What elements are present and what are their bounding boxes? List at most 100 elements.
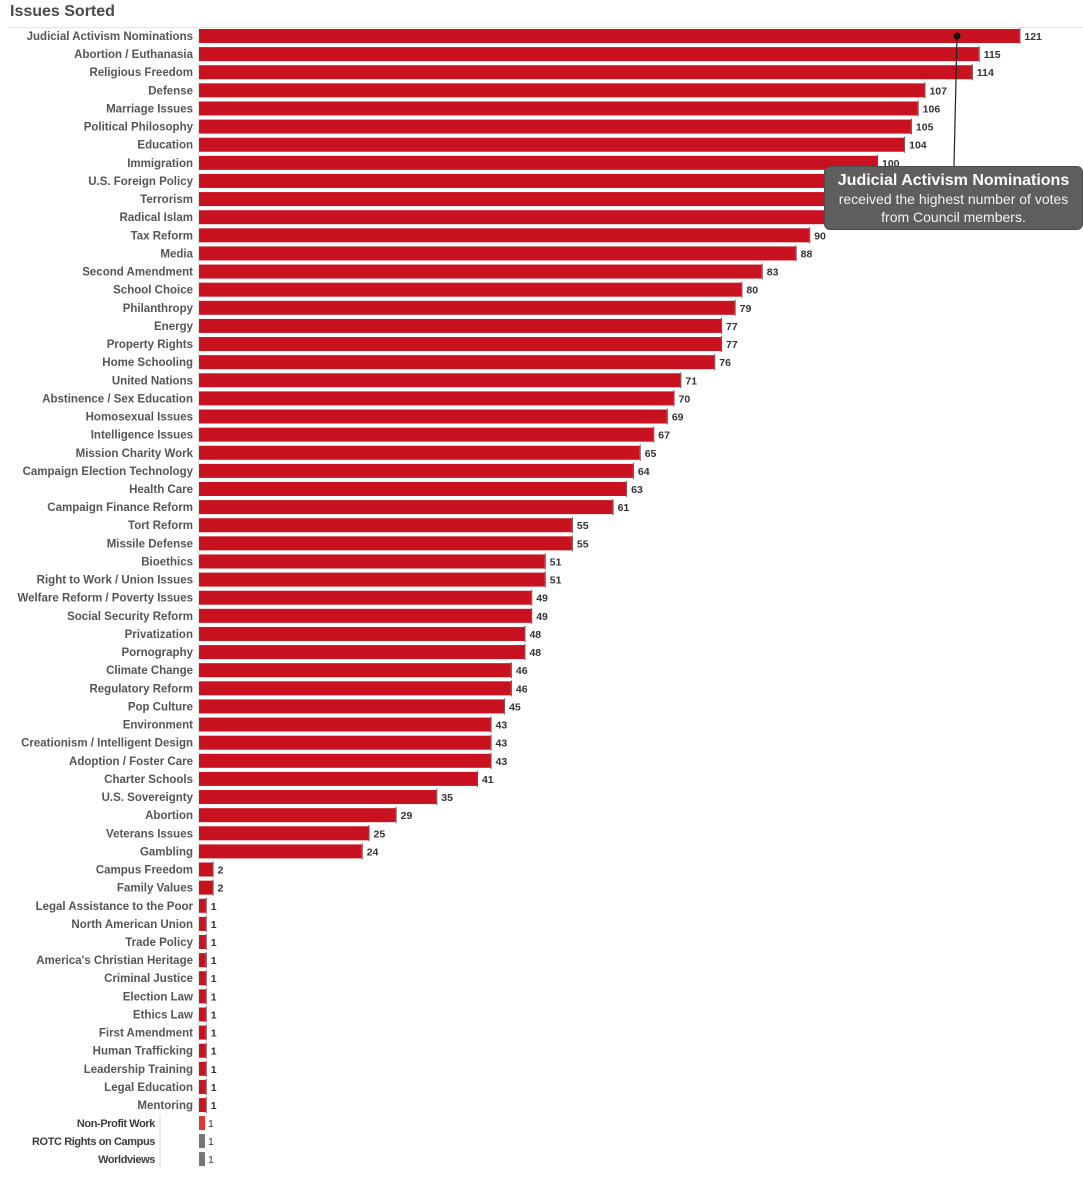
bar[interactable]: [199, 989, 206, 1004]
bar[interactable]: [199, 862, 213, 877]
bar[interactable]: [199, 1134, 205, 1149]
bar[interactable]: [199, 608, 532, 623]
bar[interactable]: [199, 1043, 206, 1058]
category-label: Abortion: [145, 810, 193, 822]
bar[interactable]: [199, 1061, 206, 1076]
data-label: 76: [719, 357, 731, 369]
bar[interactable]: [199, 210, 844, 225]
bar[interactable]: [199, 735, 491, 750]
bar[interactable]: [199, 300, 735, 315]
bar[interactable]: [199, 65, 972, 80]
bar-row: America's Christian Heritage 1: [36, 952, 217, 969]
bar-row: Radical Islam: [119, 209, 845, 226]
bar[interactable]: [199, 391, 674, 406]
bar[interactable]: [199, 590, 532, 605]
bar[interactable]: [199, 844, 362, 859]
bar[interactable]: [199, 83, 925, 98]
category-label: Media: [160, 248, 193, 260]
bar[interactable]: [199, 699, 505, 714]
bar-row: Legal Education 1: [104, 1078, 217, 1095]
bar[interactable]: [199, 808, 396, 823]
bar-row: Regulatory Reform 46: [89, 680, 528, 697]
bar[interactable]: [199, 47, 979, 62]
bar-row: Pop Culture 45: [128, 698, 521, 715]
bar[interactable]: [199, 246, 796, 261]
category-label: Social Security Reform: [67, 611, 193, 623]
bar[interactable]: [199, 29, 1020, 43]
bar[interactable]: [199, 282, 742, 297]
bar[interactable]: [199, 119, 911, 134]
data-label: 61: [618, 502, 630, 514]
bar[interactable]: [199, 536, 572, 551]
bar[interactable]: [199, 826, 369, 841]
bar[interactable]: [199, 1116, 205, 1131]
bar[interactable]: [199, 572, 545, 587]
annotation-marker: [953, 32, 961, 40]
bar[interactable]: [199, 445, 640, 460]
data-label: 88: [801, 248, 813, 260]
bar[interactable]: [199, 1152, 205, 1167]
bar[interactable]: [199, 500, 613, 515]
data-label: 48: [529, 647, 541, 659]
bar[interactable]: [199, 971, 206, 986]
category-label: Radical Islam: [119, 212, 193, 224]
category-label: Health Care: [129, 484, 193, 496]
data-label: 1: [211, 1064, 217, 1076]
category-label: Mission Charity Work: [76, 448, 194, 460]
data-label: 1: [211, 1046, 217, 1058]
bar[interactable]: [199, 935, 206, 949]
data-label: 1: [211, 937, 217, 949]
bar[interactable]: [199, 898, 206, 913]
bar[interactable]: [199, 753, 491, 768]
bar[interactable]: [199, 228, 810, 243]
bar[interactable]: [199, 953, 206, 968]
category-label: Bioethics: [141, 556, 193, 568]
bar-row: Pornography 48: [121, 644, 541, 661]
category-label: Trade Policy: [125, 937, 193, 949]
bar[interactable]: [199, 318, 722, 333]
data-label: 107: [929, 85, 947, 97]
bar[interactable]: [199, 337, 722, 352]
bar-row: Non-Profit Work 1: [77, 1114, 214, 1133]
bar[interactable]: [199, 409, 667, 424]
bar-row: Climate Change 46: [106, 662, 528, 679]
bar[interactable]: [199, 155, 877, 170]
bar[interactable]: [199, 1079, 206, 1094]
data-label: 1: [211, 973, 217, 985]
bar-row: Adoption / Foster Care 43: [69, 752, 507, 769]
bar[interactable]: [199, 626, 525, 641]
bar[interactable]: [199, 717, 491, 732]
category-label: Climate Change: [106, 665, 193, 677]
bar-row: Campaign Finance Reform 61: [47, 499, 630, 516]
bar[interactable]: [199, 554, 545, 569]
bar[interactable]: [199, 1025, 206, 1040]
bar-row: Trade Policy 1: [125, 934, 217, 950]
bar[interactable]: [199, 355, 715, 370]
bar[interactable]: [199, 463, 633, 478]
data-label: 49: [536, 611, 548, 623]
bar[interactable]: [199, 681, 511, 696]
bar[interactable]: [199, 264, 762, 279]
bar-row: Campaign Election Technology 64: [23, 462, 650, 479]
bar-row: Defense 107: [148, 82, 947, 99]
bar[interactable]: [199, 427, 654, 442]
bar[interactable]: [199, 518, 572, 533]
bar[interactable]: [199, 101, 918, 116]
bar[interactable]: [199, 482, 627, 496]
bar[interactable]: [199, 1098, 206, 1113]
bar[interactable]: [199, 137, 905, 152]
category-label: Terrorism: [140, 194, 193, 206]
bar[interactable]: [199, 916, 206, 931]
category-label: Environment: [123, 720, 193, 732]
category-label: America's Christian Heritage: [36, 955, 193, 967]
bar[interactable]: [199, 771, 477, 786]
bar[interactable]: [199, 1007, 206, 1022]
bar[interactable]: [199, 645, 525, 660]
bar[interactable]: [199, 790, 437, 805]
bar[interactable]: [199, 373, 681, 388]
bar[interactable]: [199, 192, 850, 207]
bar[interactable]: [199, 663, 511, 678]
data-label: 90: [814, 230, 826, 242]
bar[interactable]: [199, 880, 213, 895]
bar[interactable]: [199, 173, 857, 188]
